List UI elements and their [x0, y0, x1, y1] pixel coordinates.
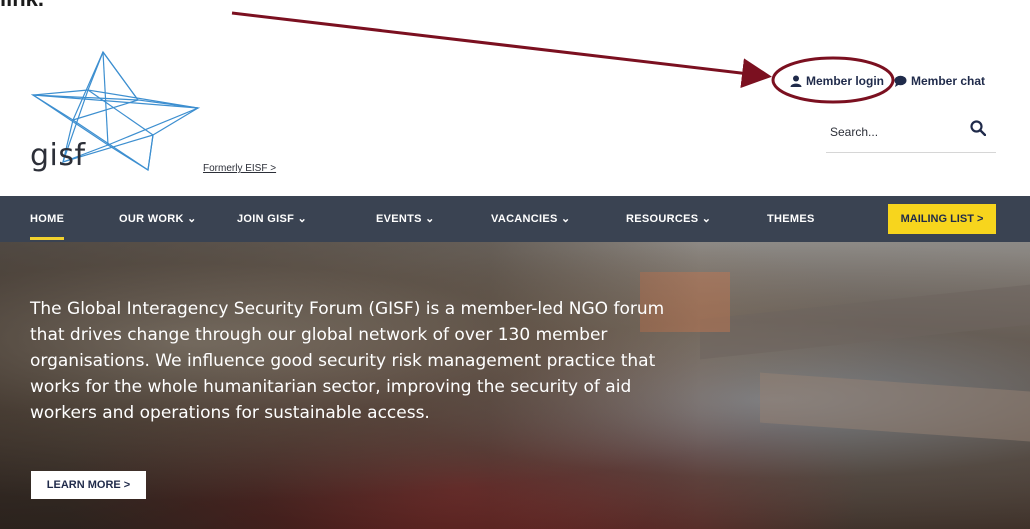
search-icon[interactable] [970, 120, 986, 136]
caption-text: link. [0, 0, 44, 12]
member-login-label: Member login [806, 74, 885, 88]
hero-description: The Global Interagency Security Forum (G… [30, 299, 665, 423]
user-icon [790, 75, 802, 87]
nav-item-home[interactable]: HOME [30, 196, 65, 242]
search-bar [826, 118, 996, 153]
nav-item-vacancies[interactable]: VACANCIES ⌄ [491, 196, 571, 242]
member-login-link[interactable]: Member login [790, 74, 884, 88]
nav-item-events[interactable]: EVENTS ⌄ [376, 196, 435, 242]
hero-banner: The Global Interagency Security Forum (G… [0, 242, 1030, 529]
roof-shape [760, 372, 1030, 442]
main-nav: HOME OUR WORK ⌄ JOIN GISF ⌄ EVENTS ⌄ VAC… [0, 196, 1030, 242]
member-chat-label: Member chat [911, 74, 986, 88]
learn-more-button[interactable]: LEARN MORE > [31, 471, 146, 499]
nav-item-themes[interactable]: THEMES [767, 196, 815, 242]
roof-shape [700, 284, 1030, 360]
member-links: Member login Member chat [790, 74, 985, 88]
nav-item-resources[interactable]: RESOURCES ⌄ [626, 196, 711, 242]
mailing-list-button[interactable]: MAILING LIST > [888, 204, 996, 234]
gisf-logo-text[interactable]: gisf [30, 138, 86, 173]
annotation-arrow [231, 11, 772, 89]
chat-bubble-icon [894, 75, 907, 87]
nav-item-our-work[interactable]: OUR WORK ⌄ [119, 196, 197, 242]
formerly-eisf-link[interactable]: Formerly EISF > [203, 163, 276, 174]
search-input[interactable] [828, 124, 952, 140]
member-chat-link[interactable]: Member chat [894, 74, 985, 88]
nav-item-join-gisf[interactable]: JOIN GISF ⌄ [237, 196, 307, 242]
